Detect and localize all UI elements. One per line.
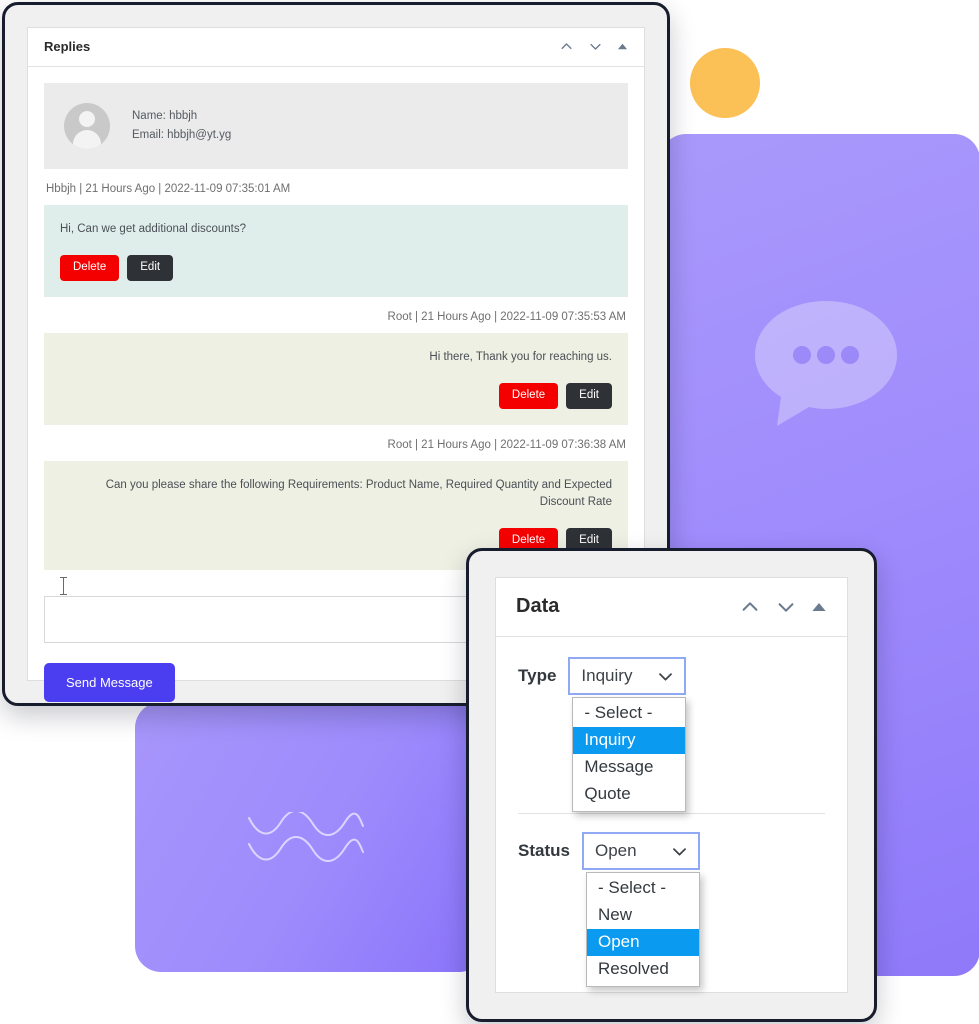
chevron-up-icon[interactable] (559, 39, 574, 54)
data-panel-header: Data (496, 578, 847, 637)
message-text: Hi, Can we get additional discounts? (60, 223, 247, 235)
type-label: Type (518, 666, 557, 685)
message-actions: Delete Edit (60, 383, 612, 409)
wave-lines-icon (248, 812, 364, 862)
type-option-message[interactable]: Message (573, 754, 685, 781)
status-field-wrap: Status Open - Select - New Open Resolved (518, 814, 825, 987)
type-option-inquiry[interactable]: Inquiry (573, 727, 686, 755)
decorative-purple-card-left (135, 702, 485, 972)
status-option-new[interactable]: New (587, 902, 699, 929)
message-meta: Hbbjh | 21 Hours Ago | 2022-11-09 07:35:… (46, 183, 291, 195)
message-actions: Delete Edit (60, 255, 612, 281)
profile-email: Email: hbbjh@yt.yg (132, 129, 232, 141)
message-bubble: Hi, Can we get additional discounts? Del… (44, 205, 628, 297)
edit-button[interactable]: Edit (127, 255, 174, 281)
replies-header-actions (559, 39, 628, 54)
type-option-quote[interactable]: Quote (573, 781, 685, 808)
status-select-value: Open (594, 841, 637, 860)
profile-name: Name: hbbjh (132, 110, 198, 123)
delete-button[interactable]: Delete (498, 383, 559, 409)
screenshot-stage: Replies Name: hbbjh Email: hbbjh@yt.yg H… (0, 0, 979, 1024)
data-panel: Data Type Inquiry - Select - Inquiry Mes… (495, 577, 848, 993)
message-bubble: Hi there, Thank you for reaching us. Del… (44, 332, 628, 425)
type-option-select[interactable]: - Select - (573, 700, 685, 727)
data-window: Data Type Inquiry - Select - Inquiry Mes… (466, 548, 877, 1022)
status-label: Status (518, 841, 570, 860)
status-dropdown-list: - Select - New Open Resolved (585, 872, 700, 987)
message-meta: Root | 21 Hours Ago | 2022-11-09 07:36:3… (387, 438, 626, 451)
type-field-row: Type Inquiry - Select - Inquiry Message … (518, 657, 825, 812)
profile-details: Name: hbbjh Email: hbbjh@yt.yg (132, 107, 231, 145)
text-cursor-icon (60, 577, 67, 595)
type-select-value: Inquiry (581, 666, 633, 685)
chevron-up-icon[interactable] (739, 596, 761, 618)
edit-button[interactable]: Edit (566, 383, 612, 409)
status-field-row: Status Open - Select - New Open Resolved (518, 832, 825, 987)
user-avatar-icon (64, 103, 110, 149)
status-option-select[interactable]: - Select - (587, 875, 699, 902)
data-header-actions (739, 596, 827, 618)
chevron-down-icon (659, 672, 673, 681)
status-select[interactable]: Open - Select - New Open Resolved (581, 832, 700, 987)
delete-button[interactable]: Delete (60, 255, 120, 281)
type-select[interactable]: Inquiry - Select - Inquiry Message Quote (568, 657, 687, 812)
message-text: Hi there, Thank you for reaching us. (429, 350, 612, 363)
chevron-down-icon[interactable] (775, 596, 797, 618)
status-option-open[interactable]: Open (586, 929, 699, 957)
triangle-up-icon[interactable] (811, 599, 827, 615)
triangle-up-icon[interactable] (617, 41, 628, 52)
status-option-resolved[interactable]: Resolved (587, 956, 699, 983)
replies-panel-header: Replies (28, 28, 644, 67)
chat-bubble-icon (755, 301, 897, 426)
type-dropdown-list: - Select - Inquiry Message Quote (572, 697, 687, 812)
message-meta: Root | 21 Hours Ago | 2022-11-09 07:35:5… (387, 310, 626, 323)
chevron-down-icon[interactable] (588, 39, 603, 54)
profile-card: Name: hbbjh Email: hbbjh@yt.yg (44, 83, 628, 169)
send-message-button[interactable]: Send Message (44, 662, 175, 702)
data-body: Type Inquiry - Select - Inquiry Message … (496, 637, 847, 987)
panel-title: Replies (44, 39, 91, 54)
yellow-circle-icon (690, 48, 760, 118)
panel-title: Data (516, 595, 560, 617)
chevron-down-icon (673, 847, 686, 856)
message-text: Can you please share the following Requi… (105, 478, 612, 508)
